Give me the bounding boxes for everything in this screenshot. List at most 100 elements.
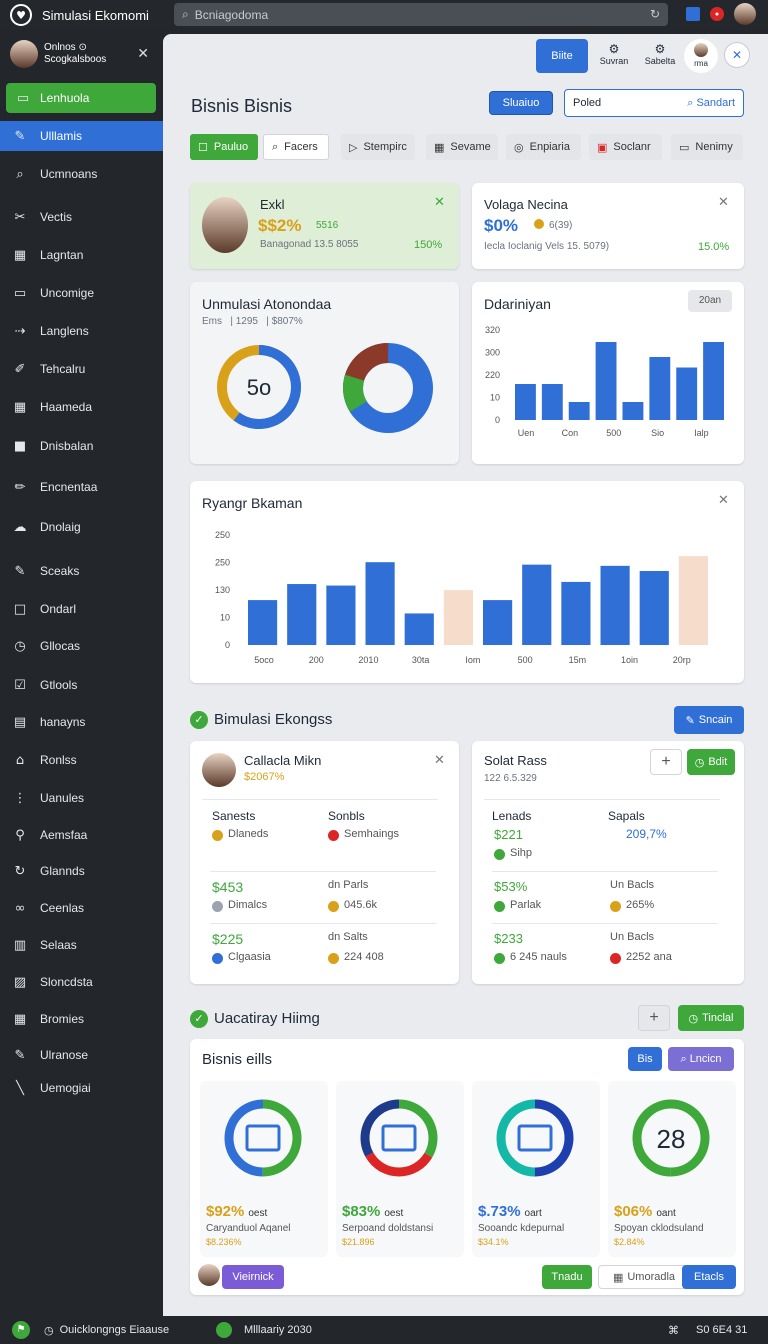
sidebar-item-bromies[interactable]: ▦ Bromies [0, 1004, 163, 1034]
umoradla-label: Umoradla [627, 1271, 676, 1283]
sidebar-item-selaas[interactable]: ▥ Selaas [0, 930, 163, 960]
sidebar-item-tehcalru[interactable]: ✐ Tehcalru [0, 354, 163, 384]
tools-icon: ✂ [14, 209, 26, 225]
metric-tile[interactable]: $92% oest Caryanduol Aqanel $8.236% [200, 1081, 328, 1257]
umoradla-button[interactable]: ▦ Umoradla [598, 1265, 690, 1289]
tab-pauluo[interactable]: ☐ Pauluo [190, 134, 258, 160]
tnadu-button[interactable]: Tnadu [542, 1265, 592, 1289]
sluaiuo-button[interactable]: Sluaiuo [489, 91, 553, 115]
biite-button[interactable]: Biite [536, 39, 588, 73]
check-icon: ✓ [190, 711, 208, 729]
tile-value-number: $83% [342, 1203, 381, 1220]
x-tick-label: 1oin [621, 655, 638, 665]
close-icon[interactable]: ✕ [137, 46, 149, 62]
sidebar-item-aemsfaa[interactable]: ⚲ Aemsfaa [0, 820, 163, 850]
sidebar-item-uanules[interactable]: ⋮ Uanules [0, 783, 163, 813]
bar[interactable] [595, 342, 617, 420]
period-badge[interactable]: 20an [688, 290, 732, 312]
tab-facers[interactable]: ⌕ Facers [263, 134, 329, 160]
sidebar-item-langlens[interactable]: ⇢ Langlens [0, 316, 163, 346]
page-search-field[interactable]: Poled ⌕ Sandart [564, 89, 744, 117]
sncain-button[interactable]: ✎ Sncain [674, 706, 744, 734]
bar[interactable] [639, 570, 669, 645]
sidebar-item-hanayns[interactable]: ▤ hanayns [0, 707, 163, 737]
sidebar-item-lagntan[interactable]: ▦ Lagntan [0, 240, 163, 270]
bar[interactable] [326, 585, 356, 645]
tab-nenimy[interactable]: ▭ Nenimy [671, 134, 743, 160]
bar[interactable] [649, 357, 671, 420]
close-icon[interactable]: ✕ [434, 195, 445, 210]
add-button[interactable]: + [638, 1005, 670, 1031]
tab-sevame[interactable]: ▦ Sevame [426, 134, 498, 160]
bar[interactable] [287, 584, 317, 645]
bar[interactable] [248, 600, 278, 645]
close-icon[interactable]: ✕ [724, 42, 750, 68]
sidebar-item-encnentaa[interactable]: ✏ Encnentaa [0, 472, 163, 502]
global-search-bar[interactable]: ⌕ Bcniagodoma ↻ [174, 3, 668, 26]
add-button[interactable]: + [650, 749, 682, 775]
search-button[interactable]: ⌕ Sandart [687, 96, 735, 110]
bar[interactable] [622, 402, 644, 420]
tab-soclanr[interactable]: ▣ Soclanr [589, 134, 662, 160]
suvran-button[interactable]: ⚙ Suvran [596, 42, 632, 66]
bar[interactable] [676, 367, 698, 421]
bis-button[interactable]: Bis [628, 1047, 662, 1071]
close-icon[interactable]: ✕ [718, 195, 729, 210]
sidebar-item-vectis[interactable]: ✂ Vectis [0, 202, 163, 232]
tile-value: $06% oant [614, 1203, 676, 1220]
row-value: Sihp [510, 847, 533, 859]
bar[interactable] [483, 600, 513, 645]
sidebar-item-sloncdsta[interactable]: ▨ Sloncdsta [0, 967, 163, 997]
tinclal-button[interactable]: ◷ Tinclal [678, 1005, 744, 1031]
close-icon[interactable]: ✕ [718, 493, 729, 508]
sabelta-button[interactable]: ⚙ Sabelta [640, 42, 680, 66]
bar[interactable] [443, 590, 473, 645]
bar[interactable] [568, 402, 590, 420]
flag-icon[interactable]: ⚑ [12, 1321, 30, 1339]
profile-button[interactable]: rma [684, 39, 718, 73]
avatar[interactable] [734, 3, 756, 25]
sidebar-item-dnolaig[interactable]: ☁ Dnolaig [0, 512, 163, 542]
lncicn-button[interactable]: ⌕ Lncicn [668, 1047, 734, 1071]
tab-stempirc[interactable]: ▷ Stempirc [341, 134, 415, 160]
sidebar-item-ulranose[interactable]: ✎ Ulranose [0, 1040, 163, 1070]
sidebar-item-sceaks[interactable]: ✎ Sceaks [0, 556, 163, 586]
bar[interactable] [600, 565, 630, 645]
share-icon[interactable] [686, 7, 700, 21]
close-icon[interactable]: ✕ [434, 753, 445, 768]
vieirnick-button[interactable]: Vieirnick [222, 1265, 284, 1289]
sidebar-item-gtlools[interactable]: ☑ Gtlools [0, 670, 163, 700]
bar[interactable] [365, 562, 395, 645]
sidebar-item-ceenlas[interactable]: ∞ Ceenlas [0, 893, 163, 923]
clock-icon: ◷ [14, 638, 26, 654]
metric-tile[interactable]: $.73% oart Sooandc kdepurnal $34.1% [472, 1081, 600, 1257]
refresh-icon[interactable]: ↻ [650, 7, 660, 21]
notification-icon[interactable]: ● [710, 7, 724, 21]
sidebar-user[interactable]: Onlnos ⊙ Scogkalsboos [10, 40, 106, 68]
bar[interactable] [561, 581, 591, 645]
tab-enpiaria[interactable]: ◎ Enpiaria [506, 134, 581, 160]
sidebar-item-haameda[interactable]: ▦ Haameda [0, 392, 163, 422]
sidebar-item-ondarl[interactable]: □ Ondarl [0, 594, 163, 624]
bar-chart-card: Ddariniyan 20an 320 300 220 10 0 Uen Con 500 Sio… [472, 282, 744, 464]
bar[interactable] [678, 556, 708, 645]
robot-icon: ⚙ [608, 42, 620, 56]
sidebar-item-ulllamis[interactable]: ✎ Ulllamis [0, 121, 163, 151]
sidebar-item-ronlss[interactable]: ⌂ Ronlss [0, 745, 163, 775]
sidebar-item-glannds[interactable]: ↻ Glannds [0, 856, 163, 886]
sidebar-item-uncomige[interactable]: ▭ Uncomige [0, 278, 163, 308]
sidebar-item-uemogiai[interactable]: ╲ Uemogiai [0, 1073, 163, 1103]
bar[interactable] [703, 342, 724, 420]
sidebar-item-dnisbalan[interactable]: ■ Dnisbalan [0, 431, 163, 461]
bar[interactable] [522, 564, 552, 645]
edit-button[interactable]: ◷ Bdit [687, 749, 735, 775]
bar[interactable] [515, 384, 536, 420]
metric-tile[interactable]: 28 $06% oant Spoyan cklodsuland $2.84% [608, 1081, 736, 1257]
bar[interactable] [404, 613, 434, 645]
etacls-button[interactable]: Etacls [682, 1265, 736, 1289]
bar[interactable] [541, 384, 563, 420]
sidebar-item-ucmnoans[interactable]: ⌕ Ucmnoans [0, 159, 163, 189]
sidebar-item-gllocas[interactable]: ◷ Gllocas [0, 631, 163, 661]
sidebar-item-lenhuola[interactable]: ▭ Lenhuola [6, 83, 156, 113]
metric-tile[interactable]: $83% oest Serpoand doldstansi $21.896 [336, 1081, 464, 1257]
